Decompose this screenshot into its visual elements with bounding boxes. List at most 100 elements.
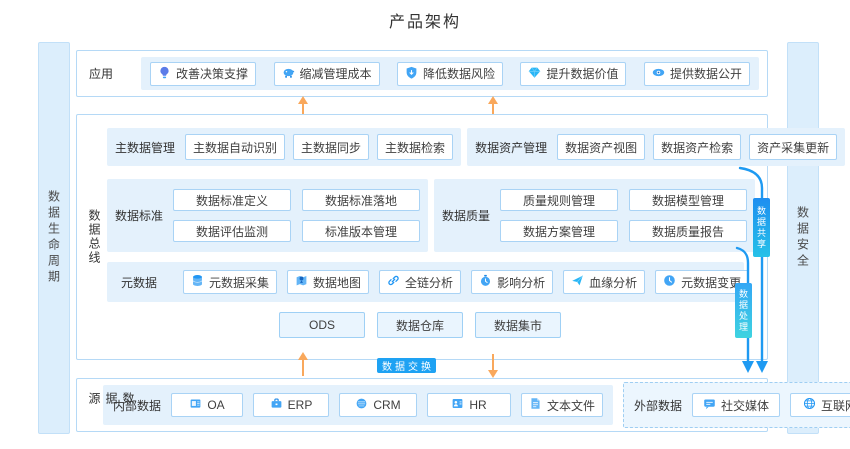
full-chain-analysis-button[interactable]: 全链分析 xyxy=(379,270,461,294)
external-data-group: 外部数据 社交媒体 互联网 xyxy=(623,382,850,428)
data-quality-label: 数据质量 xyxy=(442,207,490,224)
standard-and-quality-row: 数据标准 数据标准定义 数据标准落地 数据评估监测 标准版本管理 数据质量 质量… xyxy=(107,179,744,252)
eye-icon xyxy=(652,66,665,82)
feature-button[interactable]: 数据标准落地 xyxy=(302,189,420,211)
feature-button[interactable]: 数据评估监测 xyxy=(173,220,291,242)
hr-badge-icon xyxy=(451,397,464,413)
product-architecture-diagram: 产品架构 数据生命周期 数据安全 应用 改善决策支撑 缩减管理成本 降低数据风险… xyxy=(0,0,850,449)
data-asset-label: 数据资产管理 xyxy=(475,139,547,156)
data-lifecycle-label: 数据生命周期 xyxy=(46,190,63,286)
social-media-button[interactable]: 社交媒体 xyxy=(692,393,780,417)
button-label: 互联网 xyxy=(821,397,850,414)
flow-up-arrow xyxy=(492,104,494,114)
reduce-cost-button[interactable]: 缩减管理成本 xyxy=(274,62,380,86)
feature-button[interactable]: 质量规则管理 xyxy=(500,189,618,211)
erp-briefcase-icon xyxy=(270,397,283,413)
feature-button[interactable]: 数据质量报告 xyxy=(629,220,747,242)
flow-down-arrow xyxy=(492,354,494,370)
data-bus-content: 主数据管理 主数据自动识别 主数据同步 主数据检索 数据资产管理 数据资产视图 … xyxy=(107,128,744,338)
data-standard-label: 数据标准 xyxy=(115,207,163,224)
feature-button[interactable]: 数据方案管理 xyxy=(500,220,618,242)
feature-button[interactable]: 数据资产检索 xyxy=(653,134,741,160)
metadata-group: 元数据 元数据采集 数据地图 全链分析 影响分析 xyxy=(107,262,744,302)
data-source-layer: 数据源 内部数据 OA ERP CRM HR 文本文件 xyxy=(76,378,768,432)
external-data-label: 外部数据 xyxy=(634,397,682,414)
internal-data-group: 内部数据 OA ERP CRM HR 文本文件 xyxy=(103,385,613,425)
improve-decision-button[interactable]: 改善决策支撑 xyxy=(150,62,256,86)
data-map-button[interactable]: 数据地图 xyxy=(287,270,369,294)
crm-button[interactable]: CRM xyxy=(339,393,417,417)
lineage-analysis-button[interactable]: 血缘分析 xyxy=(563,270,645,294)
button-label: 元数据变更 xyxy=(681,274,741,291)
database-icon xyxy=(191,274,204,290)
text-file-button[interactable]: 文本文件 xyxy=(521,393,603,417)
button-label: 数据地图 xyxy=(313,274,361,291)
data-source-label: 数据源 xyxy=(86,392,137,418)
oa-button[interactable]: OA xyxy=(171,393,243,417)
data-mart-box[interactable]: 数据集市 xyxy=(475,312,561,338)
lower-risk-button[interactable]: 降低数据风险 xyxy=(397,62,503,86)
data-share-label: 数据共享 xyxy=(755,206,768,250)
storage-row: ODS 数据仓库 数据集市 xyxy=(279,312,744,338)
clock-icon xyxy=(663,274,676,290)
data-process-badge: 数据处理 xyxy=(735,283,752,338)
stopwatch-icon xyxy=(479,274,492,290)
data-bus-label: 数据总线 xyxy=(86,209,103,265)
feature-button[interactable]: 数据资产视图 xyxy=(557,134,645,160)
data-process-label: 数据处理 xyxy=(737,289,750,333)
button-label: 社交媒体 xyxy=(721,397,769,414)
button-label: 提供数据公开 xyxy=(670,65,742,82)
data-share-badge: 数据共享 xyxy=(753,198,770,257)
data-security-bar: 数据安全 xyxy=(787,42,819,434)
button-label: 提升数据价值 xyxy=(546,65,618,82)
feature-button[interactable]: 主数据检索 xyxy=(377,134,453,160)
button-label: CRM xyxy=(373,398,400,412)
button-label: 元数据采集 xyxy=(209,274,269,291)
data-lifecycle-bar: 数据生命周期 xyxy=(38,42,70,434)
button-label: 降低数据风险 xyxy=(423,65,495,82)
feature-button[interactable]: 标准版本管理 xyxy=(302,220,420,242)
page-title: 产品架构 xyxy=(0,8,850,32)
crm-disc-icon xyxy=(355,397,368,413)
master-and-asset-row: 主数据管理 主数据自动识别 主数据同步 主数据检索 数据资产管理 数据资产视图 … xyxy=(107,128,744,166)
metadata-label: 元数据 xyxy=(121,274,157,291)
diamond-icon xyxy=(528,66,541,82)
feature-button[interactable]: 主数据自动识别 xyxy=(185,134,285,160)
feature-button[interactable]: 主数据同步 xyxy=(293,134,369,160)
flow-up-arrow xyxy=(302,360,304,376)
feature-button[interactable]: 数据标准定义 xyxy=(173,189,291,211)
data-exchange-badge: 数据交换 xyxy=(377,358,436,373)
data-standard-group: 数据标准 数据标准定义 数据标准落地 数据评估监测 标准版本管理 xyxy=(107,179,428,252)
globe-icon xyxy=(803,397,816,413)
button-label: 文本文件 xyxy=(547,397,595,414)
data-warehouse-box[interactable]: 数据仓库 xyxy=(377,312,463,338)
paper-plane-icon xyxy=(571,274,584,290)
button-label: 全链分析 xyxy=(405,274,453,291)
application-items-container: 改善决策支撑 缩减管理成本 降低数据风险 提升数据价值 提供数据公开 xyxy=(141,57,759,90)
application-layer: 应用 改善决策支撑 缩减管理成本 降低数据风险 提升数据价值 提供数据公开 xyxy=(76,50,768,97)
shield-down-icon xyxy=(405,66,418,82)
button-label: 血缘分析 xyxy=(589,274,637,291)
button-label: HR xyxy=(469,398,486,412)
erp-button[interactable]: ERP xyxy=(253,393,329,417)
chat-bubble-icon xyxy=(703,397,716,413)
oa-document-icon xyxy=(189,397,202,413)
impact-analysis-button[interactable]: 影响分析 xyxy=(471,270,553,294)
ods-box[interactable]: ODS xyxy=(279,312,365,338)
button-label: 缩减管理成本 xyxy=(300,65,372,82)
data-quality-group: 数据质量 质量规则管理 数据模型管理 数据方案管理 数据质量报告 xyxy=(434,179,755,252)
internet-button[interactable]: 互联网 xyxy=(790,393,850,417)
metadata-collect-button[interactable]: 元数据采集 xyxy=(183,270,277,294)
hr-button[interactable]: HR xyxy=(427,393,511,417)
open-data-button[interactable]: 提供数据公开 xyxy=(644,62,750,86)
raise-value-button[interactable]: 提升数据价值 xyxy=(520,62,626,86)
master-data-label: 主数据管理 xyxy=(115,139,175,156)
master-data-group: 主数据管理 主数据自动识别 主数据同步 主数据检索 xyxy=(107,128,461,166)
button-label: ERP xyxy=(288,398,313,412)
data-asset-group: 数据资产管理 数据资产视图 数据资产检索 资产采集更新 xyxy=(467,128,845,166)
piggy-bank-icon xyxy=(282,66,295,82)
link-icon xyxy=(387,274,400,290)
data-bus-layer: 数据总线 主数据管理 主数据自动识别 主数据同步 主数据检索 数据资产管理 数据… xyxy=(76,114,768,360)
feature-button[interactable]: 数据模型管理 xyxy=(629,189,747,211)
feature-button[interactable]: 资产采集更新 xyxy=(749,134,837,160)
